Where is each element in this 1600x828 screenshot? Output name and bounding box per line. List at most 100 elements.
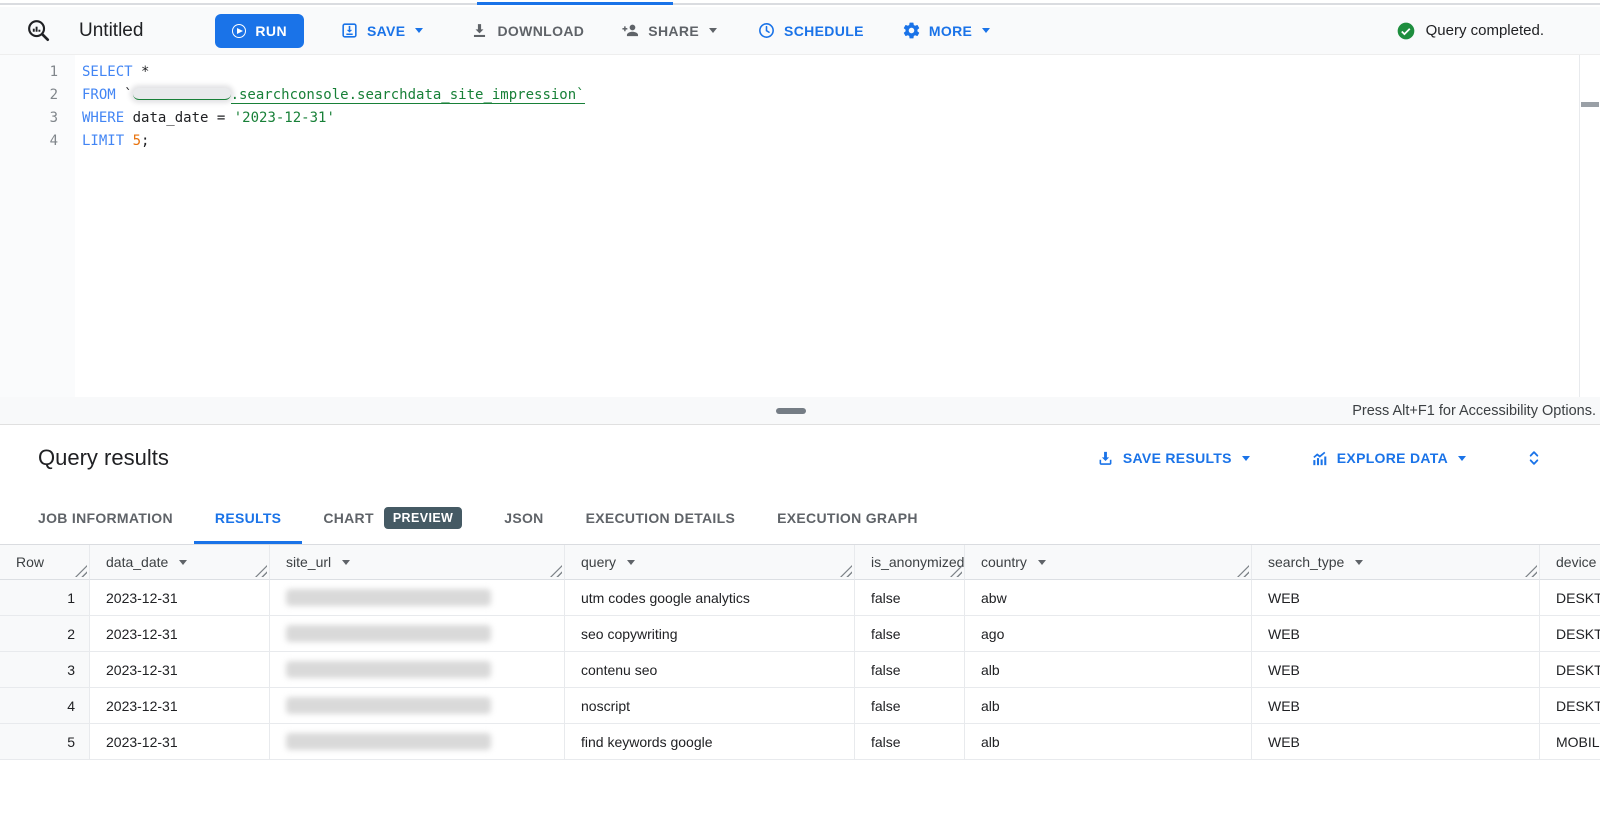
clock-icon: [759, 23, 774, 38]
schedule-button[interactable]: SCHEDULE: [757, 21, 864, 40]
code-line[interactable]: LIMIT 5;: [82, 130, 1600, 153]
chevron-down-icon: [1458, 455, 1466, 461]
tab-execution-graph[interactable]: EXECUTION GRAPH: [756, 491, 939, 544]
column-resize-icon[interactable]: [840, 565, 852, 577]
cell-data_date: 2023-12-31: [90, 580, 270, 616]
chevron-down-icon: [982, 28, 991, 33]
cell-search_type: WEB: [1252, 724, 1540, 760]
cell-device: MOBILE: [1540, 724, 1600, 760]
cell-is_anonymized: false: [855, 652, 965, 688]
column-header-is_anonymized[interactable]: is_anonymized: [855, 545, 965, 580]
column-resize-icon[interactable]: [1525, 565, 1537, 577]
column-resize-icon[interactable]: [255, 565, 267, 577]
caret-down-icon: [1037, 559, 1046, 565]
tab-label: JOB INFORMATION: [38, 509, 173, 526]
table-row[interactable]: 32023-12-31 contenu seofalsealbWEBDESKTOP: [0, 652, 1600, 688]
chevron-down-icon: [709, 28, 718, 33]
cell-row: 5: [0, 724, 90, 760]
cell-site_url: [270, 724, 565, 760]
query-title[interactable]: Untitled: [79, 20, 143, 42]
cell-country: ago: [965, 616, 1252, 652]
editor-code[interactable]: SELECT * FROM ` .searchconsole.searchdata_…: [75, 55, 1600, 397]
table-row[interactable]: 2 2023-12-31 seo copywriting false ago WEB DES…: [0, 616, 1600, 652]
code-line[interactable]: WHERE data_date = '2023-12-31': [82, 107, 1600, 130]
table-row[interactable]: 5 2023-12-31 find keywords google false alb W…: [0, 724, 1600, 760]
tab-label: EXECUTION GRAPH: [777, 509, 918, 526]
column-header-site_url[interactable]: site_url: [270, 545, 565, 580]
column-header-device[interactable]: device: [1540, 545, 1600, 580]
column-resize-icon[interactable]: [550, 565, 562, 577]
cell-query: noscript: [565, 688, 855, 724]
splitter-drag-handle[interactable]: [776, 408, 806, 414]
cell-device: DESKTOP: [1540, 688, 1600, 724]
column-header-country[interactable]: country: [965, 545, 1252, 580]
cell-is_anonymized: false: [855, 724, 965, 760]
tab-execution-details[interactable]: EXECUTION DETAILS: [565, 491, 757, 544]
column-header-label: country: [981, 554, 1027, 570]
run-button[interactable]: RUN: [215, 13, 304, 48]
line-number: 1: [49, 64, 58, 80]
cell-site_url: [270, 652, 565, 688]
editor-scrollbar-thumb[interactable]: [1581, 102, 1599, 107]
table-body: 1 2023-12-31 utm codes google analytics fal…: [0, 580, 1600, 760]
tab-json[interactable]: JSON: [483, 491, 564, 544]
tab-job-information[interactable]: JOB INFORMATION: [17, 491, 194, 544]
column-header-label: search_type: [1268, 554, 1345, 570]
save-button[interactable]: SAVE: [340, 21, 424, 40]
save-box-arrow-icon: [342, 23, 357, 38]
line-number: 4: [49, 133, 58, 149]
save-results-button[interactable]: SAVE RESULTS: [1096, 449, 1250, 468]
cell-search_type: WEB: [1252, 688, 1540, 724]
collapse-results-button[interactable]: [1524, 448, 1544, 468]
code-line[interactable]: FROM ` .searchconsole.searchdata_site_imp…: [82, 84, 1600, 107]
cell-device: DESKTOP: [1540, 580, 1600, 616]
cell-data_date: 2023-12-31: [90, 688, 270, 724]
cell-country: alb: [965, 724, 1252, 760]
cell-query: find keywords google: [565, 724, 855, 760]
code-line[interactable]: SELECT *: [82, 61, 1600, 84]
caret-down-icon: [342, 559, 351, 565]
cell-data_date: 2023-12-31: [90, 616, 270, 652]
cell-search_type: WEB: [1252, 652, 1540, 688]
column-header-label: is_anonymized: [871, 554, 965, 570]
table-row[interactable]: 42023-12-31 noscriptfalsealbWEBDESKTOP: [0, 688, 1600, 724]
cell-data_date: 2023-12-31: [90, 652, 270, 688]
code-token: *: [132, 64, 150, 80]
column-header-label: data_date: [106, 554, 169, 570]
table-reference-link[interactable]: .searchconsole.searchdata_site_impressio…: [230, 87, 585, 104]
cell-query: contenu seo: [565, 652, 855, 688]
column-header-search_type[interactable]: search_type: [1252, 545, 1540, 580]
cell-search_type: WEB: [1252, 616, 1540, 652]
tab-results[interactable]: RESULTS: [194, 491, 302, 544]
column-header-label: device: [1556, 554, 1597, 570]
column-header-data_date[interactable]: data_date: [90, 545, 270, 580]
redacted-site-url: [286, 589, 491, 606]
share-label: SHARE: [648, 22, 700, 39]
cell-device: DESKTOP: [1540, 616, 1600, 652]
play-circle-icon: [232, 23, 247, 38]
preview-badge: PREVIEW: [383, 506, 463, 529]
download-button[interactable]: DOWNLOAD: [470, 21, 584, 40]
query-status: Query completed.: [1396, 21, 1544, 41]
more-button[interactable]: MORE: [902, 21, 991, 40]
column-resize-icon[interactable]: [1237, 565, 1249, 577]
column-header-row[interactable]: Row: [0, 545, 90, 580]
download-tray-icon: [1099, 451, 1112, 465]
query-results-header: Query results SAVE RESULTS EXPLORE DATA: [0, 425, 1600, 491]
editor-scrollbar-track: [1579, 55, 1580, 397]
code-token: '2023-12-31': [233, 110, 335, 126]
unfold-more-icon: [1529, 451, 1539, 465]
sql-editor[interactable]: 1 2 3 4 SELECT * FROM ` .searchconsole.search…: [0, 55, 1600, 397]
cell-query: seo copywriting: [565, 616, 855, 652]
column-header-query[interactable]: query: [565, 545, 855, 580]
tab-chart[interactable]: CHART PREVIEW: [302, 491, 483, 544]
table-row[interactable]: 1 2023-12-31 utm codes google analytics fal…: [0, 580, 1600, 616]
cell-row: 4: [0, 688, 90, 724]
column-resize-icon[interactable]: [75, 565, 87, 577]
code-token: ;: [141, 133, 150, 149]
caret-down-icon: [1355, 559, 1364, 565]
cell-site_url: [270, 688, 565, 724]
share-button[interactable]: SHARE: [621, 21, 718, 40]
download-label: DOWNLOAD: [497, 22, 585, 39]
explore-data-button[interactable]: EXPLORE DATA: [1310, 449, 1466, 468]
